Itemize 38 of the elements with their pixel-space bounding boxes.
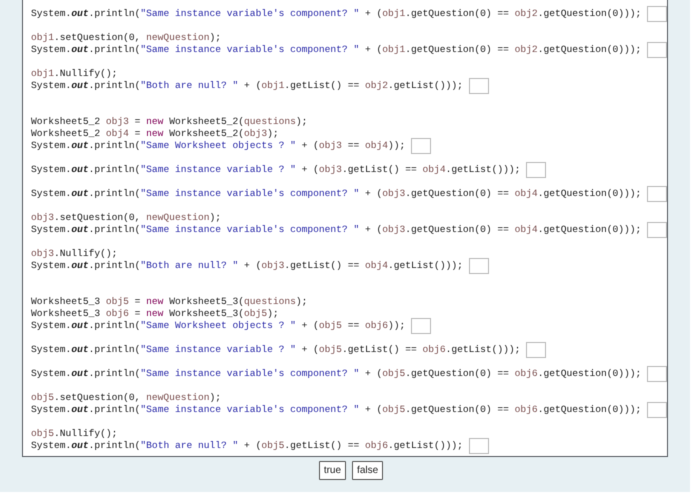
answer-field[interactable] [526,342,546,358]
code-line: System.out.println("Same instance variable's component? " + (obj5.getQuestion(0) == obj6.getQuestion(0))); [31,368,642,380]
answer-option-button[interactable]: true [318,461,346,480]
code-line: obj5.setQuestion(0, newQuestion); [31,392,222,404]
code-line: System.out.println("Same Worksheet objects ? " + (obj5 == obj6)); [31,320,406,332]
code-line: System.out.println("Same instance variable ? " + (obj5.getList() == obj6.getList())); [31,344,520,356]
code-line: System.out.println("Same instance variable's component? " + (obj5.getQuestion(0) == obj6.getQuestion(0))); [31,404,642,416]
code-line: obj5.Nullify(); [31,428,118,440]
code-line: Worksheet5_2 obj3 = new Worksheet5_2(questions); [31,116,308,128]
code-line: obj3.Nullify(); [31,248,118,260]
code-line: System.out.println("Same instance variable's component? " + (obj1.getQuestion(0) == obj2.getQuestion(0))); [31,8,642,20]
code-line: System.out.println("Same instance variable's component? " + (obj3.getQuestion(0) == obj4.getQuestion(0))); [31,188,642,200]
code-line: System.out.println("Both are null? " + (obj3.getList() == obj4.getList())); [31,260,463,272]
code-line: System.out.println("Same instance variable ? " + (obj3.getList() == obj4.getList())); [31,164,520,176]
answer-option-button[interactable]: false [352,461,384,480]
code-line: System.out.println("Both are null? " + (obj5.getList() == obj6.getList())); [31,440,463,452]
answer-field[interactable] [411,318,432,334]
answer-field[interactable] [647,42,668,58]
code-line: Worksheet5_3 obj6 = new Worksheet5_3(obj5); [31,308,279,320]
answer-field[interactable] [647,222,668,238]
code-line: obj1.Nullify(); [31,68,118,80]
code-line: System.out.println("Both are null? " + (obj1.getList() == obj2.getList())); [31,80,463,92]
code-line: Worksheet5_3 obj5 = new Worksheet5_3(questions); [31,296,308,308]
code-line: Worksheet5_2 obj4 = new Worksheet5_2(obj3); [31,128,279,140]
answer-field[interactable] [647,6,668,22]
answer-field[interactable] [647,186,668,202]
answer-field[interactable] [647,402,668,418]
answer-field[interactable] [411,138,432,154]
code-line: System.out.println("Same instance variable's component? " + (obj1.getQuestion(0) == obj2.getQuestion(0))); [31,44,642,56]
answer-field[interactable] [526,162,546,178]
answer-field[interactable] [647,366,668,382]
code-line: System.out.println("Same instance variable's component? " + (obj3.getQuestion(0) == obj4.getQuestion(0))); [31,224,642,236]
answer-field[interactable] [468,258,489,274]
answer-field[interactable] [468,438,489,454]
code-line: System.out.println("Same Worksheet objects ? " + (obj3 == obj4)); [31,140,406,152]
code-line: obj3.setQuestion(0, newQuestion); [31,212,222,224]
answer-field[interactable] [468,78,489,94]
code-line: obj1.setQuestion(0, newQuestion); [31,32,222,44]
